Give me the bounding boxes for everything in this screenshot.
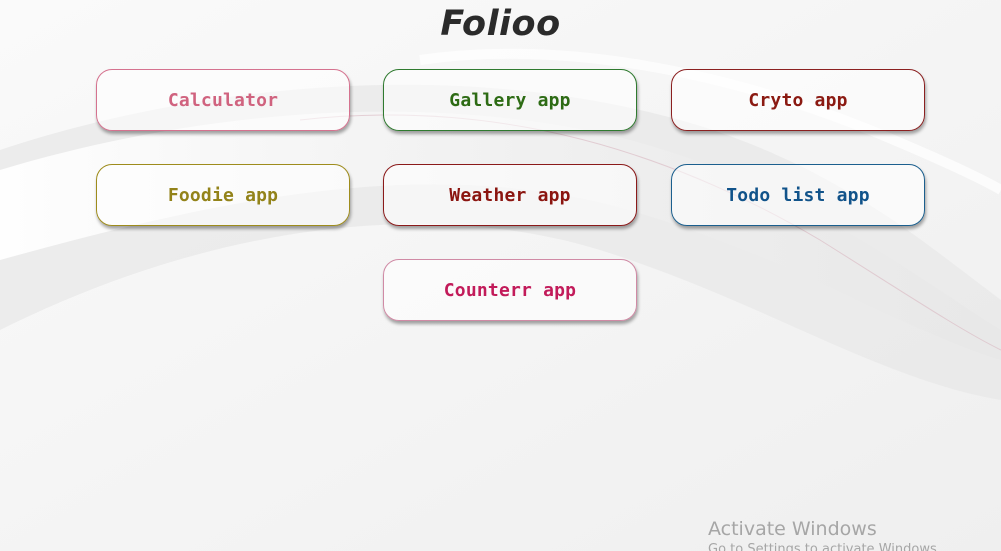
calculator-app-button[interactable]: Calculator [96, 69, 350, 131]
watermark-title: Activate Windows [708, 518, 877, 540]
gallery-app-button[interactable]: Gallery app [383, 69, 637, 131]
foodie-app-button[interactable]: Foodie app [96, 164, 350, 226]
foodie-app-label: Foodie app [167, 184, 279, 206]
todo-list-app-label: Todo list app [726, 184, 870, 206]
weather-app-label: Weather app [449, 184, 571, 206]
crypto-app-label: Cryto app [748, 89, 848, 111]
weather-app-button[interactable]: Weather app [383, 164, 637, 226]
counter-app-button[interactable]: Counterr app [383, 259, 637, 321]
todo-list-app-button[interactable]: Todo list app [671, 164, 925, 226]
gallery-app-label: Gallery app [449, 89, 571, 111]
crypto-app-button[interactable]: Cryto app [671, 69, 925, 131]
counter-app-label: Counterr app [443, 279, 577, 301]
windows-activation-watermark: Activate Windows Go to Settings to activ… [708, 518, 941, 551]
watermark-subtitle: Go to Settings to activate Windows. [708, 542, 941, 551]
calculator-app-label: Calculator [167, 89, 279, 111]
page-title: Folioo [440, 4, 561, 44]
